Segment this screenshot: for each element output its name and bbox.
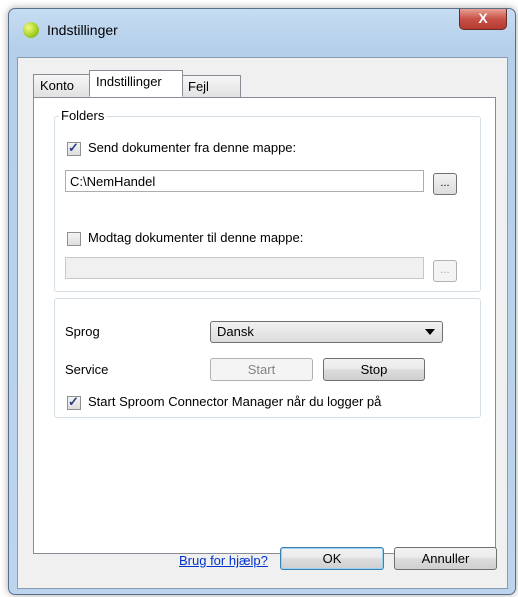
autostart-checkbox[interactable] [67, 394, 81, 410]
cancel-button[interactable]: Annuller [394, 547, 497, 570]
tab-fejl-label: Fejl [188, 79, 209, 94]
language-select[interactable]: Dansk [210, 321, 443, 343]
chevron-down-icon [425, 329, 435, 335]
folders-legend: Folders [59, 108, 107, 123]
send-folder-path-input[interactable]: C:\NemHandel [65, 170, 424, 192]
app-logo-icon [23, 22, 39, 38]
service-start-button[interactable]: Start [210, 358, 313, 381]
tab-fejl[interactable]: Fejl [181, 75, 241, 98]
ok-button[interactable]: OK [280, 547, 384, 570]
send-folder-label: Send dokumenter fra denne mappe: [88, 140, 297, 155]
receive-folder-checkbox[interactable] [67, 232, 81, 246]
title-bar[interactable]: Indstillinger X [9, 9, 515, 53]
close-button[interactable]: X [459, 9, 507, 30]
window-title: Indstillinger [47, 22, 118, 38]
autostart-label: Start Sproom Connector Manager når du lo… [88, 394, 382, 409]
tab-konto[interactable]: Konto [33, 74, 94, 97]
send-folder-checkbox[interactable] [67, 140, 81, 156]
language-label: Sprog [65, 324, 100, 339]
tab-indstillinger[interactable]: Indstillinger [89, 70, 183, 97]
receive-folder-browse-button[interactable]: ... [433, 260, 457, 282]
service-label: Service [65, 362, 109, 377]
tab-indstillinger-label: Indstillinger [96, 74, 162, 89]
service-stop-button[interactable]: Stop [323, 358, 425, 381]
tab-konto-label: Konto [40, 78, 74, 93]
receive-folder-path-input[interactable] [65, 257, 424, 279]
receive-folder-label: Modtag dokumenter til denne mappe: [88, 230, 304, 245]
send-folder-browse-button[interactable]: ... [433, 173, 457, 195]
help-link[interactable]: Brug for hjælp? [179, 553, 268, 568]
language-select-value: Dansk [217, 324, 254, 339]
